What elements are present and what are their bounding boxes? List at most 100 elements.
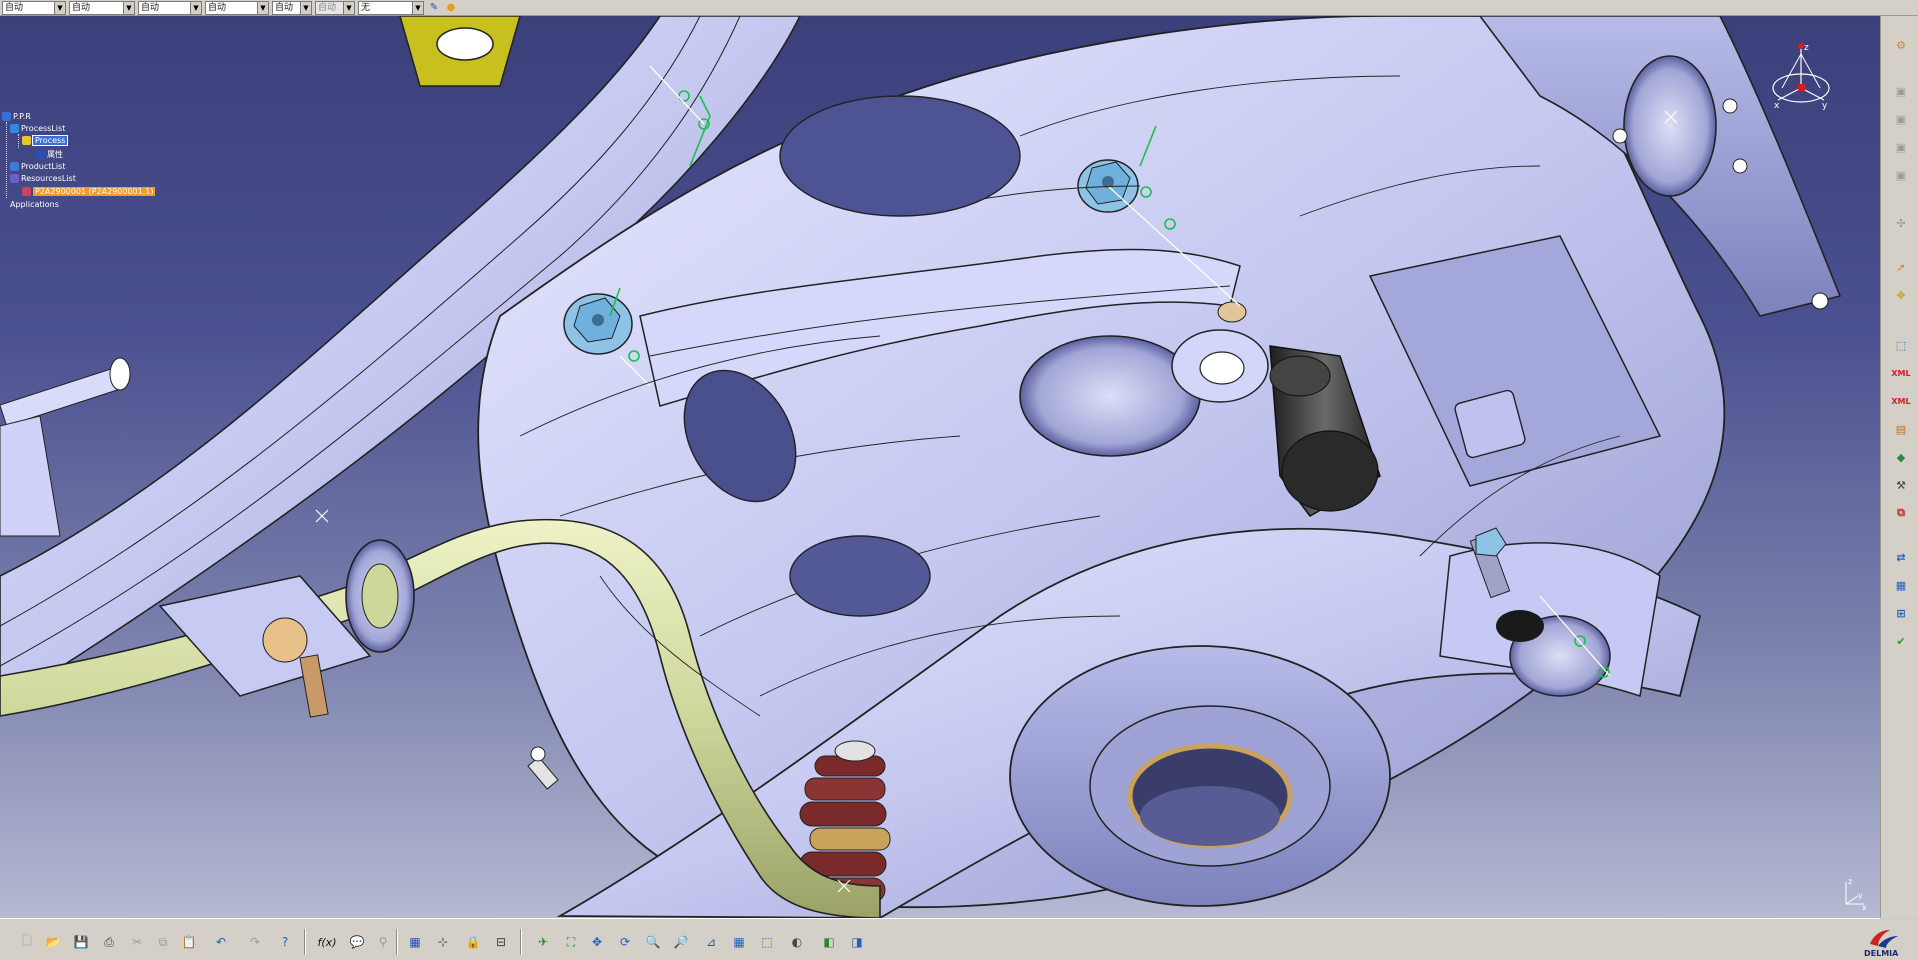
chevron-down-icon[interactable]: ▼ <box>412 1 423 14</box>
chevron-down-icon[interactable]: ▼ <box>54 1 65 14</box>
chevron-down-icon[interactable]: ▼ <box>190 1 201 14</box>
cut-icon[interactable]: ✂ <box>126 931 148 953</box>
toolbar-separator <box>304 929 306 955</box>
chevron-down-icon[interactable]: ▼ <box>257 1 268 14</box>
disabled-tool-4-icon[interactable]: ▣ <box>1890 164 1912 186</box>
point-symbol-combo[interactable]: 自动 ▼ <box>272 0 312 15</box>
line-type-combo[interactable]: 自动 ▼ <box>205 0 269 15</box>
knowledge-icon[interactable]: 💬 <box>346 931 368 953</box>
layer-combo[interactable]: 无 ▼ <box>358 0 424 15</box>
tree-view-icon[interactable]: ⊞ <box>1890 602 1912 624</box>
disabled-tool-2-icon[interactable]: ▣ <box>1890 108 1912 130</box>
pin-left[interactable] <box>0 357 131 537</box>
resource-tool-icon[interactable]: ◆ <box>1890 446 1912 468</box>
compass-widget[interactable]: x y z <box>1768 40 1834 120</box>
chevron-down-icon[interactable]: ▼ <box>300 1 311 14</box>
paste-icon[interactable]: 📋 <box>178 931 200 953</box>
grid-icon[interactable]: ▦ <box>404 931 426 953</box>
normal-view-icon[interactable]: ⊿ <box>700 931 722 953</box>
standard-toolbar: 🗋 📂 💾 ⎙ ✂ ⧉ 📋 ↶ ↷ ? f(x) 💬 ⚲ ▦ ⊹ 🔒 ⊟ ✈ ⛶… <box>0 918 1880 960</box>
zoom-out-icon[interactable]: 🔎 <box>670 931 692 953</box>
hammer-icon[interactable]: ⚒ <box>1890 474 1912 496</box>
tree-label-selected: Process <box>31 135 69 146</box>
combo-value: 自动 <box>72 2 91 13</box>
resources-list-icon <box>10 174 19 183</box>
check-icon[interactable]: ✔ <box>1890 630 1912 652</box>
multi-view-icon[interactable]: ▦ <box>728 931 750 953</box>
workbench-icon[interactable]: ⚙ <box>1890 34 1912 56</box>
import-icon[interactable]: ⬚ <box>1890 334 1912 356</box>
cad-model-scene[interactable] <box>0 16 1880 918</box>
xml-label: XML <box>1891 368 1911 378</box>
disabled-tool-5-icon[interactable]: ✣ <box>1890 212 1912 234</box>
disabled-tool-1-icon[interactable]: ▣ <box>1890 80 1912 102</box>
combo-value: 自动 <box>5 2 24 13</box>
print-icon[interactable]: ⎙ <box>98 931 120 953</box>
bolt-left[interactable] <box>563 293 633 355</box>
report-icon[interactable]: ▤ <box>1890 418 1912 440</box>
ppr-icon <box>2 112 11 121</box>
new-file-icon[interactable]: 🗋 <box>16 931 38 953</box>
chevron-down-icon[interactable]: ▼ <box>123 1 134 14</box>
toolbar-separator <box>520 929 522 955</box>
open-folder-icon[interactable]: 📂 <box>42 931 64 953</box>
tree-node-ppr[interactable]: P.P.R <box>2 112 31 121</box>
wand-icon[interactable]: ⚲ <box>372 931 394 953</box>
redo-icon[interactable]: ↷ <box>244 931 266 953</box>
manipulate-icon[interactable]: ✥ <box>1890 284 1912 306</box>
spring-seat[interactable] <box>1019 335 1201 457</box>
product-list-icon <box>10 162 19 171</box>
graphic-properties-icon[interactable]: ● <box>444 1 458 15</box>
chevron-down-icon[interactable]: ▼ <box>343 1 354 14</box>
rotate-icon[interactable]: ⟳ <box>614 931 636 953</box>
table-icon[interactable]: ▦ <box>1890 574 1912 596</box>
hierarchy-icon[interactable]: ⊹ <box>432 931 454 953</box>
tree-node-applications[interactable]: Applications <box>10 200 59 209</box>
tree-node-process[interactable]: Process <box>22 135 69 146</box>
swap-visible-space-icon[interactable]: ◨ <box>846 931 868 953</box>
axis-triad: z x y <box>1845 877 1867 912</box>
fly-mode-icon[interactable]: ✈ <box>532 931 554 953</box>
formula-icon[interactable]: f(x) <box>316 931 338 953</box>
pan-icon[interactable]: ✥ <box>586 931 608 953</box>
xml-label: XML <box>1891 396 1911 406</box>
iso-view-icon[interactable]: ⬚ <box>756 931 778 953</box>
axis-z-label: z <box>1848 877 1852 886</box>
save-icon[interactable]: 💾 <box>70 931 92 953</box>
shading-icon[interactable]: ◐ <box>786 931 808 953</box>
select-arrow-icon[interactable]: ➚ <box>1890 256 1912 278</box>
tree-node-product-list[interactable]: ProductList <box>10 162 65 171</box>
copy-icon[interactable]: ⧉ <box>152 931 174 953</box>
undo-icon[interactable]: ↶ <box>210 931 232 953</box>
3d-viewport[interactable]: P.P.R ProcessList Process 属性 ProductList… <box>0 16 1880 918</box>
fit-all-icon[interactable]: ⛶ <box>560 931 582 953</box>
tree-label-highlighted: P2A2900001 (P2A2900001.1) <box>33 187 156 196</box>
tree-node-resource-item[interactable]: P2A2900001 (P2A2900001.1) <box>22 187 156 196</box>
attribute-icon <box>36 150 45 159</box>
catalog-icon[interactable]: ⊟ <box>490 931 512 953</box>
tree-node-resources-list[interactable]: ResourcesList <box>10 174 76 183</box>
zoom-in-icon[interactable]: 🔍 <box>642 931 664 953</box>
xml-export-icon[interactable]: XML <box>1890 362 1912 384</box>
format-painter-icon[interactable]: ✎ <box>427 1 441 15</box>
compass-y-label: y <box>1822 101 1828 111</box>
whats-this-icon[interactable]: ? <box>274 931 296 953</box>
disabled-tool-3-icon[interactable]: ▣ <box>1890 136 1912 158</box>
toolbar-separator <box>396 929 398 955</box>
transparency-combo[interactable]: 自动 ▼ <box>69 0 135 15</box>
xml-import-icon[interactable]: XML <box>1890 390 1912 412</box>
tree-node-attribute[interactable]: 属性 <box>36 149 63 160</box>
lock-icon[interactable]: 🔒 <box>462 931 484 953</box>
assign-icon[interactable]: ⇄ <box>1890 546 1912 568</box>
bolt-small[interactable] <box>1217 301 1247 323</box>
tree-label: Applications <box>10 200 59 209</box>
right-toolbar: ⚙ ▣ ▣ ▣ ▣ ✣ ➚ ✥ ⬚ XML XML ▤ ◆ ⚒ ⧉ ⇄ ▦ ⊞ … <box>1880 16 1918 918</box>
hide-show-icon[interactable]: ◧ <box>818 931 840 953</box>
tree-label: P.P.R <box>13 112 31 121</box>
rendering-style-combo[interactable]: 自动 ▼ <box>315 0 355 15</box>
fill-color-combo[interactable]: 自动 ▼ <box>2 0 66 15</box>
tree-node-process-list[interactable]: ProcessList <box>10 124 65 133</box>
link-icon[interactable]: ⧉ <box>1890 502 1912 524</box>
line-thickness-combo[interactable]: 自动 ▼ <box>138 0 202 15</box>
pin-small[interactable] <box>527 746 559 790</box>
